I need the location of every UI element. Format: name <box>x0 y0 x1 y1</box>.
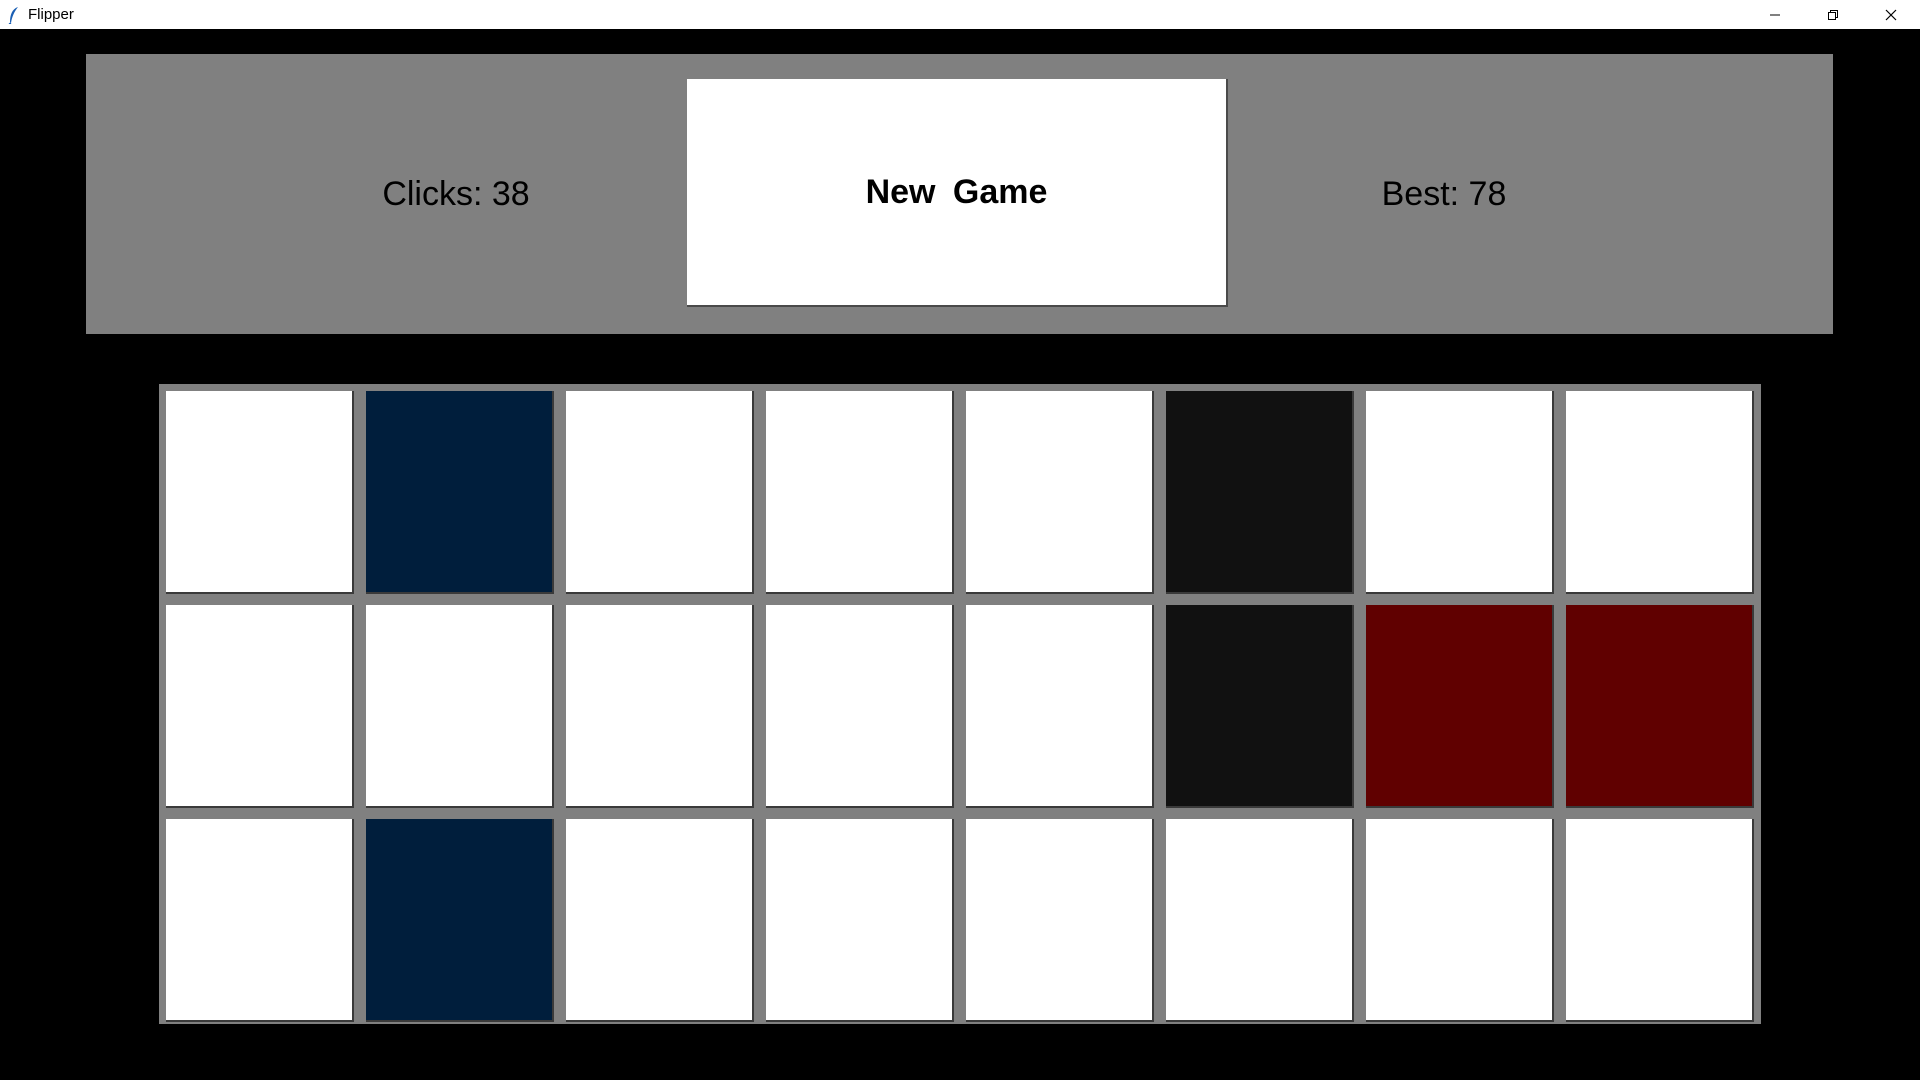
clicks-counter: Clicks: 38 <box>382 174 530 213</box>
tile-r1-c2[interactable] <box>366 391 554 594</box>
feather-icon <box>6 6 22 24</box>
game-board <box>159 384 1761 1024</box>
header-panel: Clicks: 38 New Game Best: 78 <box>86 54 1833 334</box>
tile-r1-c3[interactable] <box>566 391 754 594</box>
restore-button[interactable] <box>1804 0 1862 29</box>
tile-r2-c3[interactable] <box>566 605 754 808</box>
minimize-icon <box>1770 14 1780 15</box>
title-bar: Flipper <box>0 0 1920 29</box>
tile-r1-c1[interactable] <box>166 391 354 594</box>
tile-r1-c7[interactable] <box>1366 391 1554 594</box>
window-controls <box>1746 0 1920 29</box>
game-area: Clicks: 38 New Game Best: 78 <box>0 29 1920 1080</box>
tile-r3-c5[interactable] <box>966 819 1154 1022</box>
tile-r3-c6[interactable] <box>1166 819 1354 1022</box>
tile-r1-c4[interactable] <box>766 391 954 594</box>
close-icon <box>1885 9 1897 20</box>
tile-r2-c4[interactable] <box>766 605 954 808</box>
window-title: Flipper <box>28 6 74 23</box>
tile-r1-c8[interactable] <box>1566 391 1754 594</box>
tile-r1-c5[interactable] <box>966 391 1154 594</box>
restore-icon <box>1828 9 1838 20</box>
tile-r1-c6[interactable] <box>1166 391 1354 594</box>
tile-r2-c7[interactable] <box>1366 605 1554 808</box>
tile-r3-c1[interactable] <box>166 819 354 1022</box>
tile-r2-c5[interactable] <box>966 605 1154 808</box>
tile-r3-c2[interactable] <box>366 819 554 1022</box>
best-score: Best: 78 <box>1381 174 1507 213</box>
tile-r2-c2[interactable] <box>366 605 554 808</box>
minimize-button[interactable] <box>1746 0 1804 29</box>
tile-r2-c1[interactable] <box>166 605 354 808</box>
tile-r2-c6[interactable] <box>1166 605 1354 808</box>
close-button[interactable] <box>1862 0 1920 29</box>
new-game-button[interactable]: New Game <box>687 79 1228 307</box>
tile-r3-c3[interactable] <box>566 819 754 1022</box>
tile-r2-c8[interactable] <box>1566 605 1754 808</box>
tile-r3-c4[interactable] <box>766 819 954 1022</box>
tile-r3-c7[interactable] <box>1366 819 1554 1022</box>
tile-r3-c8[interactable] <box>1566 819 1754 1022</box>
